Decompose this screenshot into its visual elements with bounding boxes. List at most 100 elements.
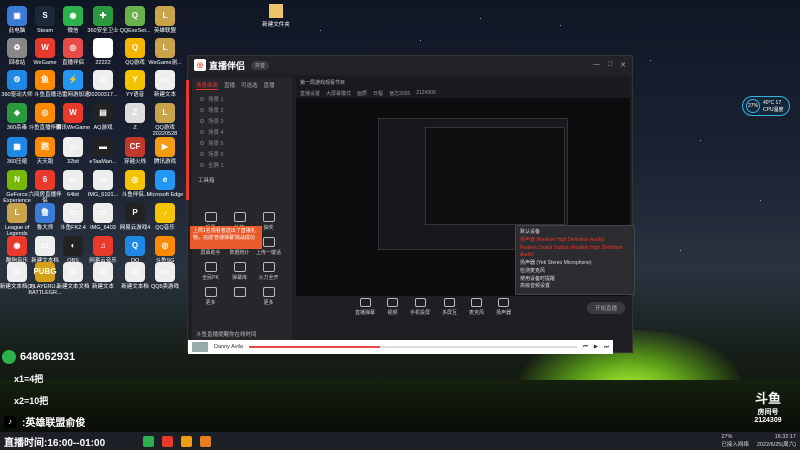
audio-menu-item[interactable]: 扬声器 (Realtek High Definition Audio) [520, 237, 630, 245]
desktop-icon[interactable]: ▶ 腾讯游戏 [146, 137, 184, 165]
scene-tabs: 场景画面 直播 可选选 直播 [192, 78, 292, 93]
tool-item[interactable]: 火力全开 [254, 262, 283, 281]
taskbar-app-icon[interactable] [162, 435, 174, 447]
bottom-tool[interactable]: 麦克风 [469, 298, 484, 316]
scene-item[interactable]: 全屏 1 [192, 159, 292, 170]
scene-item[interactable]: 场景 4 [192, 126, 292, 137]
bottom-tool-label: 直播弹幕 [355, 310, 376, 316]
app-icon: ▭ [35, 236, 55, 256]
tool-item[interactable]: 更多 [254, 287, 283, 306]
tool-item[interactable]: 弹幕库 [225, 262, 254, 281]
logo-icon: ◎ [194, 59, 206, 71]
tool-item[interactable]: 全民PK [196, 262, 225, 281]
app-icon: ▶ [155, 137, 175, 157]
app-name: 直播伴侣 [209, 60, 246, 71]
tab-live[interactable]: 直播 [224, 81, 235, 90]
cpu-temp: 40°C 17 [763, 99, 782, 106]
bottom-tool-icon [471, 298, 483, 307]
scene-item[interactable]: 场景 6 [192, 148, 292, 159]
tiktok-icon: ♪ [4, 415, 16, 428]
bottom-tool[interactable]: 手机投屏 [410, 298, 430, 316]
tool-item[interactable] [225, 287, 254, 299]
prev-icon[interactable]: ⏮ [583, 344, 588, 351]
media-progress[interactable] [248, 346, 577, 348]
scene-dot-icon [200, 151, 204, 156]
app-logo: ◎ 直播伴侣 [194, 59, 245, 72]
go-live-button[interactable]: 开始直播 [587, 302, 625, 314]
taskbar-app-icon[interactable] [200, 435, 212, 447]
desktop-icon[interactable]: L WeGame测... [146, 38, 184, 66]
douyu-room-label: 房间号 [757, 409, 779, 416]
caption-text: :英雄联盟俞俊 [22, 418, 86, 429]
desktop-icon[interactable]: L QQ游戏20220528 [146, 103, 184, 138]
media-bar: Danny Avila ⏮ ▶ ⏭ [188, 340, 613, 354]
desktop-icon[interactable]: L 英雄联盟 [146, 6, 184, 34]
bottom-tool[interactable]: 视频 [387, 298, 399, 316]
desktop-icon[interactable]: ▭ 新建文本 [146, 70, 184, 98]
play-icon[interactable]: ▶ [594, 344, 598, 350]
tool-icon [233, 287, 246, 297]
preview-tab[interactable]: 2124309 [416, 90, 435, 96]
maximize-icon[interactable]: □ [608, 61, 612, 69]
app-icon: ▭ [63, 137, 83, 157]
app-icon: ▬ [93, 137, 113, 157]
app-icon: ⚙ [7, 70, 27, 90]
app-icon: L [7, 203, 27, 223]
audio-menu-item[interactable]: Realtek Digital Output (Realtek High Def… [520, 245, 630, 261]
scene-item[interactable]: 场景 5 [192, 137, 292, 148]
clock-date: 2022/6/25(周六) [756, 442, 796, 448]
bottom-tool-icon [498, 298, 510, 307]
desktop-icon[interactable]: ▭ QQ5卖游戏 [146, 262, 184, 290]
next-icon[interactable]: ⏭ [604, 344, 609, 351]
app-icon: ▭ [7, 262, 27, 282]
preview-tab[interactable]: 大屏幕模式 [326, 90, 351, 97]
preview-title: 第一局游戏观看节目 [300, 79, 346, 86]
tab-options[interactable]: 可选选 [241, 81, 258, 90]
system-tray: 27% 已接入网络 16:32:17 2022/6/25(周六) [721, 434, 796, 448]
tool-label: 数据统计 [229, 250, 250, 256]
audio-menu-item[interactable]: 检测麦克风 [520, 268, 630, 276]
audio-menu-item[interactable]: 扬声器 (Yeti Stereo Microphone) [520, 260, 630, 268]
preview-tab[interactable]: 日程 [373, 90, 383, 97]
preview-tab[interactable]: 直播设置 [300, 90, 320, 97]
tool-label: 更多 [205, 300, 216, 306]
desktop-folder[interactable]: 新建文件夹 [256, 4, 296, 28]
cpu-widget: 27% 40°C 17 CPU温度 [742, 96, 790, 116]
bottom-tool[interactable]: 多屏互 [442, 298, 457, 316]
desktop-icon-label: WeGame测... [148, 60, 182, 66]
desktop-icon[interactable]: e Microsoft Edge [146, 170, 184, 198]
scene-label: 场景 5 [208, 140, 224, 147]
desktop-icon-label: QQ5卖游戏 [150, 284, 180, 290]
app-icon: ◉ [7, 236, 27, 256]
app-icon: e [155, 170, 175, 190]
close-icon[interactable]: ✕ [620, 61, 626, 69]
progress-fill [248, 346, 381, 348]
tool-item[interactable]: 更多 [196, 287, 225, 306]
scene-dot-icon [200, 140, 204, 145]
scene-item[interactable]: 场景 3 [192, 115, 292, 126]
audio-menu-item[interactable]: 高级音频设置 [520, 283, 630, 291]
app-icon: ▦ [7, 137, 27, 157]
tool-icon [204, 262, 217, 272]
scene-dot-icon [200, 118, 204, 123]
bottom-tool[interactable]: 直播弹幕 [355, 298, 375, 316]
taskbar: 直播时间:16:00--01:00 27% 已接入网络 16:32:17 202… [0, 432, 800, 450]
bottom-tool-icon [444, 298, 456, 307]
tab-scene[interactable]: 场景画面 [196, 81, 219, 90]
preview-tab[interactable]: 画质 [357, 90, 367, 97]
cpu-label: CPU温度 [763, 106, 784, 113]
taskbar-app-icon[interactable] [181, 435, 193, 447]
minimize-icon[interactable]: — [593, 61, 600, 69]
desktop-icon[interactable]: ◎ 斗鱼SG [146, 236, 184, 264]
taskbar-app-icon[interactable] [143, 435, 155, 447]
desktop-icon[interactable]: ♪ QQ音乐 [146, 203, 184, 231]
preview-tab[interactable]: 官方2026 [389, 90, 410, 97]
bottom-tool-label: 麦克风 [469, 310, 485, 316]
tab-live-2[interactable]: 直播 [264, 81, 275, 90]
scene-item[interactable]: 场景 1 [192, 93, 292, 104]
tool-icon [262, 212, 275, 222]
bottom-tool[interactable]: 扬声器 [496, 298, 511, 316]
scene-item[interactable]: 场景 2 [192, 104, 292, 115]
window-controls: — □ ✕ [593, 61, 626, 69]
app-icon: 鱼 [35, 70, 55, 90]
